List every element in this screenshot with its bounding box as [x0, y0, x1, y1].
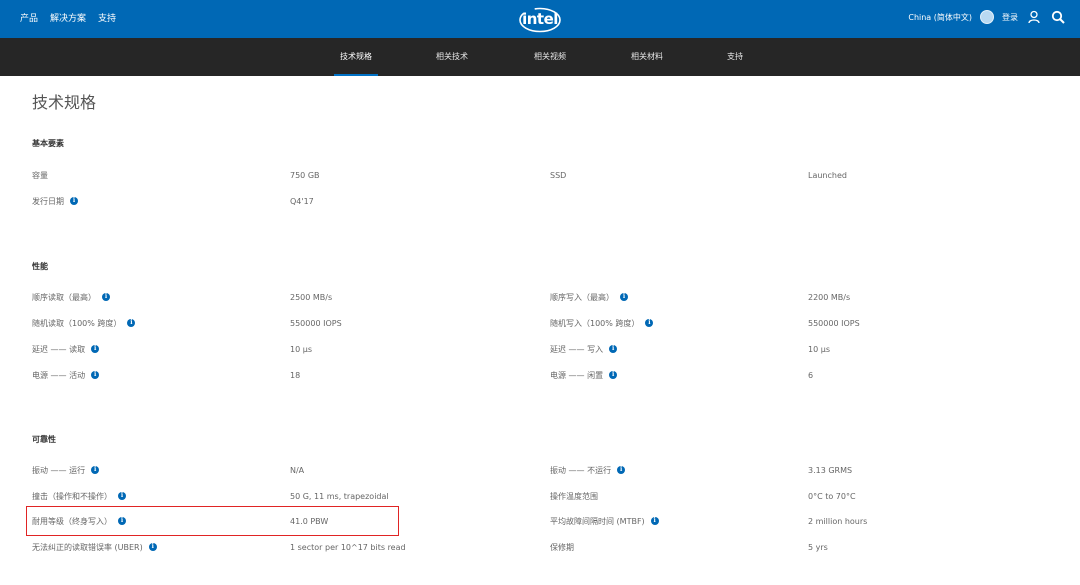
- spec-value: N/A: [290, 465, 305, 475]
- search-icon[interactable]: [1050, 9, 1066, 25]
- spec-label: 容量: [32, 170, 48, 180]
- info-icon[interactable]: i: [91, 371, 100, 379]
- spec-value: 3.13 GRMS: [808, 465, 853, 475]
- info-icon[interactable]: i: [91, 345, 100, 353]
- info-icon[interactable]: i: [617, 466, 626, 474]
- spec-value: 2 million hours: [808, 516, 868, 526]
- spec-value: 6: [808, 370, 814, 380]
- info-icon[interactable]: i: [118, 492, 126, 500]
- spec-value: Launched: [808, 170, 847, 180]
- info-icon[interactable]: i: [650, 517, 659, 525]
- spec-value: 550000 IOPS: [290, 318, 342, 328]
- spec-value: 550000 IOPS: [808, 318, 860, 328]
- spec-value: 0°C to 70°C: [808, 491, 856, 501]
- spec-label: 电源 —— 活动 i: [32, 369, 100, 381]
- tab-support[interactable]: 支持: [720, 38, 750, 76]
- spec-label: 顺序读取（最高） i: [32, 291, 110, 303]
- login-link[interactable]: 登录: [1002, 12, 1018, 23]
- top-nav-solutions[interactable]: 解决方案: [50, 11, 86, 24]
- spec-label: 操作温度范围: [550, 491, 598, 501]
- intel-logo[interactable]: intel: [518, 6, 562, 34]
- spec-label: 随机写入（100% 跨度） i: [550, 317, 654, 329]
- user-icon[interactable]: [1026, 9, 1042, 25]
- top-nav: 产品 解决方案 支持: [20, 11, 116, 24]
- spec-label: 平均故障间隔时间 (MTBF) i: [550, 515, 659, 527]
- highlight-box: [26, 506, 399, 536]
- top-bar: 产品 解决方案 支持 intel China (简体中文) 登录: [0, 0, 1080, 38]
- section-title-performance: 性能: [32, 262, 48, 271]
- spec-label: 电源 —— 闲置 i: [550, 369, 618, 381]
- spec-label: 无法纠正的读取错误率 (UBER) i: [32, 541, 157, 553]
- spec-value: 1 sector per 10^17 bits read: [290, 542, 406, 552]
- info-icon[interactable]: i: [609, 371, 618, 379]
- tab-related-technology[interactable]: 相关技术: [430, 38, 474, 76]
- spec-label: 振动 —— 不运行 i: [550, 464, 626, 476]
- info-icon[interactable]: i: [609, 345, 618, 353]
- globe-icon[interactable]: [980, 10, 994, 24]
- spec-label: 顺序写入（最高） i: [550, 291, 628, 303]
- info-icon[interactable]: i: [127, 319, 136, 327]
- spec-label: SSD: [550, 170, 567, 180]
- spec-value: 50 G, 11 ms, trapezoidal: [290, 491, 389, 501]
- region-selector[interactable]: China (简体中文): [908, 12, 972, 23]
- spec-label: 发行日期 i: [32, 195, 78, 207]
- spec-label: 振动 —— 运行 i: [32, 464, 100, 476]
- info-icon[interactable]: i: [70, 197, 78, 205]
- tab-specifications[interactable]: 技术规格: [334, 38, 378, 76]
- section-nav: 技术规格 相关技术 相关视频 相关材料 支持: [0, 38, 1080, 76]
- tab-related-videos[interactable]: 相关视频: [528, 38, 572, 76]
- section-title-reliability: 可靠性: [32, 435, 56, 444]
- section-title-essentials: 基本要素: [32, 139, 64, 148]
- info-icon[interactable]: i: [102, 293, 110, 301]
- spec-value: 10 μs: [808, 344, 830, 354]
- tab-related-materials[interactable]: 相关材料: [625, 38, 669, 76]
- spec-label: 延迟 —— 写入 i: [550, 343, 618, 355]
- info-icon[interactable]: i: [148, 543, 157, 551]
- spec-value: 2200 MB/s: [808, 292, 851, 302]
- spec-value: 5 yrs: [808, 542, 828, 552]
- top-nav-products[interactable]: 产品: [20, 11, 38, 24]
- page-title: 技术规格: [32, 93, 97, 112]
- spec-label: 延迟 —— 读取 i: [32, 343, 100, 355]
- spec-value: 18: [290, 370, 301, 380]
- spec-label: 保修期: [550, 542, 574, 552]
- utility-nav: China (简体中文) 登录: [908, 9, 1066, 25]
- logo-text: intel: [522, 10, 558, 28]
- spec-value: 10 μs: [290, 344, 312, 354]
- info-icon[interactable]: i: [620, 293, 628, 301]
- info-icon[interactable]: i: [645, 319, 654, 327]
- spec-label: 撞击（操作和不操作） i: [32, 490, 126, 502]
- info-icon[interactable]: i: [91, 466, 100, 474]
- spec-value: Q4'17: [290, 196, 314, 206]
- top-nav-support[interactable]: 支持: [98, 11, 116, 24]
- spec-label: 随机读取（100% 跨度） i: [32, 317, 136, 329]
- spec-value: 2500 MB/s: [290, 292, 333, 302]
- spec-value: 750 GB: [290, 170, 320, 180]
